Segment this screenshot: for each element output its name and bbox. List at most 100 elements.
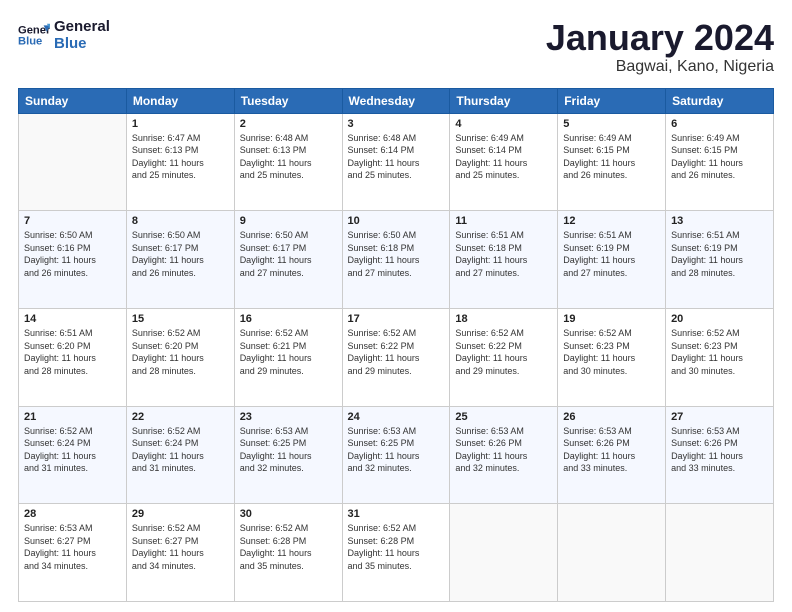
day-number: 1 [132,118,229,130]
week-row-4: 21 Sunrise: 6:52 AM Sunset: 6:24 PM Dayli… [19,406,774,504]
day-cell: 12 Sunrise: 6:51 AM Sunset: 6:19 PM Dayli… [558,211,666,309]
day-number: 28 [24,508,121,520]
col-tuesday: Tuesday [234,88,342,113]
day-number: 14 [24,313,121,325]
day-info: Sunrise: 6:50 AM Sunset: 6:16 PM Dayligh… [24,229,121,279]
day-cell: 8 Sunrise: 6:50 AM Sunset: 6:17 PM Daylig… [126,211,234,309]
calendar-table: Sunday Monday Tuesday Wednesday Thursday… [18,88,774,602]
day-number: 11 [455,215,552,227]
day-cell: 9 Sunrise: 6:50 AM Sunset: 6:17 PM Daylig… [234,211,342,309]
week-row-1: 1Sunrise: 6:47 AM Sunset: 6:13 PM Daylig… [19,113,774,211]
day-cell [450,504,558,602]
day-cell: 6Sunrise: 6:49 AM Sunset: 6:15 PM Daylig… [666,113,774,211]
day-cell: 16Sunrise: 6:52 AM Sunset: 6:21 PM Dayli… [234,308,342,406]
day-info: Sunrise: 6:50 AM Sunset: 6:18 PM Dayligh… [348,229,445,279]
day-number: 25 [455,411,552,423]
day-info: Sunrise: 6:50 AM Sunset: 6:17 PM Dayligh… [240,229,337,279]
logo: General Blue General Blue [18,18,110,53]
logo-blue: Blue [54,35,110,52]
day-info: Sunrise: 6:49 AM Sunset: 6:14 PM Dayligh… [455,132,552,182]
col-monday: Monday [126,88,234,113]
day-number: 31 [348,508,445,520]
day-cell: 25Sunrise: 6:53 AM Sunset: 6:26 PM Dayli… [450,406,558,504]
week-row-2: 7 Sunrise: 6:50 AM Sunset: 6:16 PM Daylig… [19,211,774,309]
day-info: Sunrise: 6:52 AM Sunset: 6:24 PM Dayligh… [132,425,229,475]
day-info: Sunrise: 6:53 AM Sunset: 6:26 PM Dayligh… [671,425,768,475]
svg-text:Blue: Blue [18,36,42,48]
day-number: 4 [455,118,552,130]
day-info: Sunrise: 6:52 AM Sunset: 6:28 PM Dayligh… [240,522,337,572]
day-cell: 3Sunrise: 6:48 AM Sunset: 6:14 PM Daylig… [342,113,450,211]
day-cell [558,504,666,602]
day-number: 10 [348,215,445,227]
day-cell: 22Sunrise: 6:52 AM Sunset: 6:24 PM Dayli… [126,406,234,504]
day-number: 15 [132,313,229,325]
day-info: Sunrise: 6:49 AM Sunset: 6:15 PM Dayligh… [563,132,660,182]
day-info: Sunrise: 6:50 AM Sunset: 6:17 PM Dayligh… [132,229,229,279]
day-info: Sunrise: 6:52 AM Sunset: 6:22 PM Dayligh… [348,327,445,377]
day-cell: 11 Sunrise: 6:51 AM Sunset: 6:18 PM Dayli… [450,211,558,309]
title-block: January 2024 Bagwai, Kano, Nigeria [546,18,774,76]
day-number: 8 [132,215,229,227]
day-info: Sunrise: 6:52 AM Sunset: 6:28 PM Dayligh… [348,522,445,572]
day-cell: 14 Sunrise: 6:51 AM Sunset: 6:20 PM Dayli… [19,308,127,406]
day-cell: 26Sunrise: 6:53 AM Sunset: 6:26 PM Dayli… [558,406,666,504]
day-number: 13 [671,215,768,227]
page: General Blue General Blue January 2024 B… [0,0,792,612]
day-cell: 10 Sunrise: 6:50 AM Sunset: 6:18 PM Dayli… [342,211,450,309]
day-cell [19,113,127,211]
col-saturday: Saturday [666,88,774,113]
day-number: 17 [348,313,445,325]
day-cell: 13 Sunrise: 6:51 AM Sunset: 6:19 PM Dayli… [666,211,774,309]
day-info: Sunrise: 6:52 AM Sunset: 6:21 PM Dayligh… [240,327,337,377]
day-number: 21 [24,411,121,423]
day-info: Sunrise: 6:52 AM Sunset: 6:23 PM Dayligh… [563,327,660,377]
day-cell: 31 Sunrise: 6:52 AM Sunset: 6:28 PM Dayli… [342,504,450,602]
day-cell: 5 Sunrise: 6:49 AM Sunset: 6:15 PM Daylig… [558,113,666,211]
day-number: 18 [455,313,552,325]
day-info: Sunrise: 6:51 AM Sunset: 6:18 PM Dayligh… [455,229,552,279]
day-cell: 21Sunrise: 6:52 AM Sunset: 6:24 PM Dayli… [19,406,127,504]
day-info: Sunrise: 6:51 AM Sunset: 6:19 PM Dayligh… [563,229,660,279]
month-title: January 2024 [546,18,774,58]
day-info: Sunrise: 6:53 AM Sunset: 6:25 PM Dayligh… [240,425,337,475]
day-info: Sunrise: 6:52 AM Sunset: 6:20 PM Dayligh… [132,327,229,377]
day-number: 27 [671,411,768,423]
day-number: 23 [240,411,337,423]
header: General Blue General Blue January 2024 B… [18,18,774,76]
day-number: 2 [240,118,337,130]
logo-icon: General Blue [18,19,50,51]
day-cell: 17 Sunrise: 6:52 AM Sunset: 6:22 PM Dayli… [342,308,450,406]
day-number: 26 [563,411,660,423]
header-row: Sunday Monday Tuesday Wednesday Thursday… [19,88,774,113]
day-cell: 27 Sunrise: 6:53 AM Sunset: 6:26 PM Dayli… [666,406,774,504]
day-info: Sunrise: 6:53 AM Sunset: 6:27 PM Dayligh… [24,522,121,572]
day-cell: 18 Sunrise: 6:52 AM Sunset: 6:22 PM Dayli… [450,308,558,406]
day-cell: 29Sunrise: 6:52 AM Sunset: 6:27 PM Dayli… [126,504,234,602]
day-number: 20 [671,313,768,325]
day-number: 19 [563,313,660,325]
day-number: 9 [240,215,337,227]
col-friday: Friday [558,88,666,113]
week-row-5: 28 Sunrise: 6:53 AM Sunset: 6:27 PM Dayli… [19,504,774,602]
day-number: 12 [563,215,660,227]
day-info: Sunrise: 6:51 AM Sunset: 6:20 PM Dayligh… [24,327,121,377]
day-cell [666,504,774,602]
day-info: Sunrise: 6:51 AM Sunset: 6:19 PM Dayligh… [671,229,768,279]
day-number: 7 [24,215,121,227]
day-info: Sunrise: 6:52 AM Sunset: 6:22 PM Dayligh… [455,327,552,377]
day-cell: 24Sunrise: 6:53 AM Sunset: 6:25 PM Dayli… [342,406,450,504]
day-info: Sunrise: 6:52 AM Sunset: 6:27 PM Dayligh… [132,522,229,572]
day-cell: 7 Sunrise: 6:50 AM Sunset: 6:16 PM Daylig… [19,211,127,309]
day-info: Sunrise: 6:48 AM Sunset: 6:14 PM Dayligh… [348,132,445,182]
day-cell: 4 Sunrise: 6:49 AM Sunset: 6:14 PM Daylig… [450,113,558,211]
day-number: 6 [671,118,768,130]
week-row-3: 14 Sunrise: 6:51 AM Sunset: 6:20 PM Dayli… [19,308,774,406]
day-number: 5 [563,118,660,130]
day-number: 24 [348,411,445,423]
day-cell: 28 Sunrise: 6:53 AM Sunset: 6:27 PM Dayli… [19,504,127,602]
day-info: Sunrise: 6:52 AM Sunset: 6:23 PM Dayligh… [671,327,768,377]
day-cell: 15 Sunrise: 6:52 AM Sunset: 6:20 PM Dayli… [126,308,234,406]
day-cell: 2Sunrise: 6:48 AM Sunset: 6:13 PM Daylig… [234,113,342,211]
col-sunday: Sunday [19,88,127,113]
